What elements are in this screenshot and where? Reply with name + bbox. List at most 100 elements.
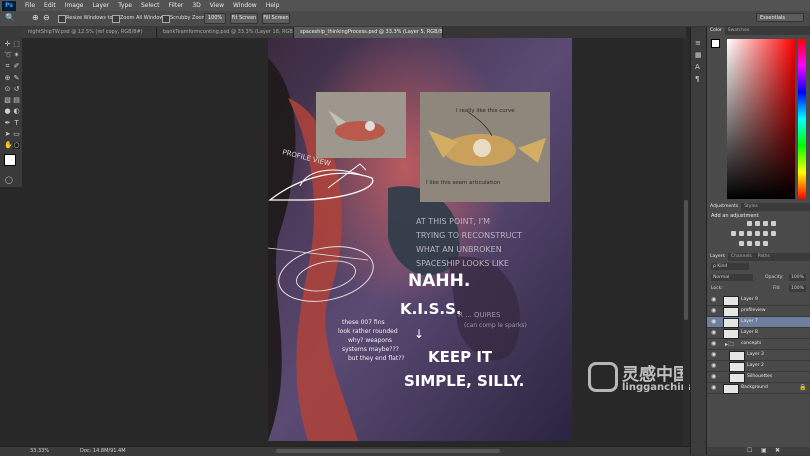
healing-brush-icon[interactable]: ⊕ — [4, 75, 11, 82]
visibility-eye-icon[interactable]: ◉ — [711, 297, 716, 303]
visibility-eye-icon[interactable]: ◉ — [711, 330, 716, 336]
move-tool-icon[interactable]: ✛ — [4, 41, 11, 48]
layer-row[interactable]: ◉ profileview — [707, 306, 810, 317]
layer-row[interactable]: ◉ Layer 8 — [707, 328, 810, 339]
crop-tool-icon[interactable]: ⌗ — [4, 63, 11, 70]
quick-mask-icon[interactable]: ◯ — [5, 177, 13, 184]
layer-row[interactable]: ◉ Background 🔒 — [707, 383, 810, 394]
menu-help[interactable]: Help — [266, 2, 280, 9]
visibility-eye-icon[interactable]: ◉ — [711, 385, 716, 391]
fill-field[interactable]: 100% — [789, 285, 806, 292]
actual-pixels-button[interactable]: 100% — [204, 13, 226, 24]
eyedropper-tool-icon[interactable]: ✐ — [13, 63, 20, 70]
horizontal-scrollbar-thumb[interactable] — [276, 449, 500, 453]
zoom-all-windows-checkbox[interactable] — [112, 15, 120, 23]
blur-tool-icon[interactable]: ● — [4, 108, 11, 115]
quick-select-tool-icon[interactable]: ✶ — [13, 52, 20, 59]
tab-adjustments[interactable]: Adjustments — [707, 203, 742, 211]
layer-group-row[interactable]: ◉ ▸🗀 concepts — [707, 339, 810, 350]
folder-new-icon[interactable]: ▣ — [761, 447, 767, 454]
vertical-scrollbar-thumb[interactable] — [684, 200, 688, 320]
menu-layer[interactable]: Layer — [92, 2, 109, 9]
vibrance-adjust-icon[interactable] — [731, 231, 736, 236]
foreground-color-swatch[interactable] — [4, 154, 16, 166]
visibility-eye-icon[interactable]: ◉ — [711, 374, 716, 380]
channel-mixer-adjust-icon[interactable] — [771, 231, 776, 236]
layer-row[interactable]: ◉ Layer 9 — [707, 295, 810, 306]
zoom-out-icon[interactable]: ⊖ — [43, 13, 50, 22]
clone-stamp-icon[interactable]: ⊙ — [4, 86, 11, 93]
posterize-adjust-icon[interactable] — [747, 241, 752, 246]
threshold-adjust-icon[interactable] — [755, 241, 760, 246]
zoom-tool-active-icon[interactable]: ○ — [13, 142, 20, 149]
tab-channels[interactable]: Channels — [728, 253, 755, 261]
menu-file[interactable]: File — [25, 2, 35, 9]
workspace-dropdown[interactable]: Essentials — [756, 13, 804, 22]
layer-row[interactable]: ◉ Layer 2 — [707, 361, 810, 372]
rectangle-tool-icon[interactable]: ▭ — [13, 131, 20, 138]
paragraph-panel-icon[interactable]: ¶ — [695, 75, 699, 83]
photo-filter-adjust-icon[interactable] — [763, 231, 768, 236]
brightness-adjust-icon[interactable] — [747, 221, 752, 226]
hue-sat-adjust-icon[interactable] — [739, 231, 744, 236]
menu-view[interactable]: View — [210, 2, 224, 9]
tab-bank-team[interactable]: bankTeamformconting.psd @ 33.3% (Layer 1… — [157, 27, 294, 38]
layer-row[interactable]: ◉ Layer 3 — [707, 350, 810, 361]
history-brush-icon[interactable]: ↺ — [13, 86, 20, 93]
history-panel-icon[interactable]: ≡ — [695, 39, 701, 47]
document-canvas[interactable]: I really like this curve I like this sea… — [268, 38, 572, 441]
properties-panel-icon[interactable]: ▦ — [695, 51, 702, 59]
tab-paths[interactable]: Paths — [755, 253, 773, 261]
tab-nightship[interactable]: nightShipTW.psd @ 12.5% (ref copy, RGB/8… — [22, 27, 157, 38]
bw-adjust-icon[interactable] — [755, 231, 760, 236]
layer-filter-kind[interactable]: ρ Kind — [711, 263, 749, 270]
levels-adjust-icon[interactable] — [755, 221, 760, 226]
scrubby-zoom-checkbox[interactable] — [162, 15, 170, 23]
exposure-adjust-icon[interactable] — [771, 221, 776, 226]
opacity-field[interactable]: 100% — [789, 274, 806, 281]
fg-color-chip[interactable] — [711, 39, 720, 48]
lasso-tool-icon[interactable]: ➰ — [4, 52, 13, 59]
visibility-eye-icon[interactable]: ◉ — [711, 308, 716, 314]
menu-image[interactable]: Image — [65, 2, 84, 9]
layer-row-selected[interactable]: ◉ Layer 7 — [707, 317, 810, 328]
path-select-icon[interactable]: ➤ — [4, 131, 11, 138]
trash-icon[interactable]: ✖ — [775, 447, 780, 454]
dodge-tool-icon[interactable]: ◐ — [13, 108, 20, 115]
color-field[interactable] — [727, 39, 795, 199]
zoom-level[interactable]: 33.33% — [30, 448, 49, 454]
invert-adjust-icon[interactable] — [739, 241, 744, 246]
hue-slider[interactable] — [798, 39, 806, 199]
zoom-tool-icon[interactable]: 🔍 — [5, 13, 15, 22]
visibility-eye-icon[interactable]: ◉ — [711, 352, 716, 358]
menu-edit[interactable]: Edit — [44, 2, 56, 9]
blend-mode-select[interactable]: Normal — [711, 274, 753, 281]
visibility-eye-icon[interactable]: ◉ — [711, 319, 716, 325]
pen-tool-icon[interactable]: ✒ — [4, 120, 11, 127]
visibility-eye-icon[interactable]: ◉ — [711, 341, 716, 347]
layer-row[interactable]: ◉ Silhouettes — [707, 372, 810, 383]
menu-filter[interactable]: Filter — [169, 2, 184, 9]
fit-screen-button[interactable]: Fit Screen — [230, 13, 258, 24]
curves-adjust-icon[interactable] — [763, 221, 768, 226]
hand-tool-icon[interactable]: ✋ — [4, 142, 13, 149]
tab-swatches[interactable]: Swatches — [725, 27, 753, 35]
menu-select[interactable]: Select — [141, 2, 160, 9]
tab-color[interactable]: Color — [707, 27, 725, 35]
new-layer-icon[interactable]: ☐ — [747, 447, 752, 454]
color-balance-adjust-icon[interactable] — [747, 231, 752, 236]
tab-styles[interactable]: Styles — [741, 203, 761, 211]
menu-3d[interactable]: 3D — [192, 2, 200, 9]
type-tool-icon[interactable]: T — [13, 120, 20, 127]
eraser-tool-icon[interactable]: ▧ — [4, 97, 11, 104]
brush-tool-icon[interactable]: ✎ — [13, 75, 20, 82]
marquee-tool-icon[interactable]: ⬚ — [13, 41, 20, 48]
zoom-in-icon[interactable]: ⊕ — [32, 13, 39, 22]
fill-screen-button[interactable]: Fill Screen — [262, 13, 290, 24]
menu-type[interactable]: Type — [118, 2, 132, 9]
character-panel-icon[interactable]: A — [695, 63, 700, 71]
selective-color-adjust-icon[interactable] — [763, 241, 768, 246]
tab-spaceship-thinking[interactable]: spaceship_thinkingProcess.psd @ 33.3% (L… — [294, 27, 443, 38]
tab-layers[interactable]: Layers — [707, 253, 728, 261]
gradient-tool-icon[interactable]: ▤ — [13, 97, 20, 104]
